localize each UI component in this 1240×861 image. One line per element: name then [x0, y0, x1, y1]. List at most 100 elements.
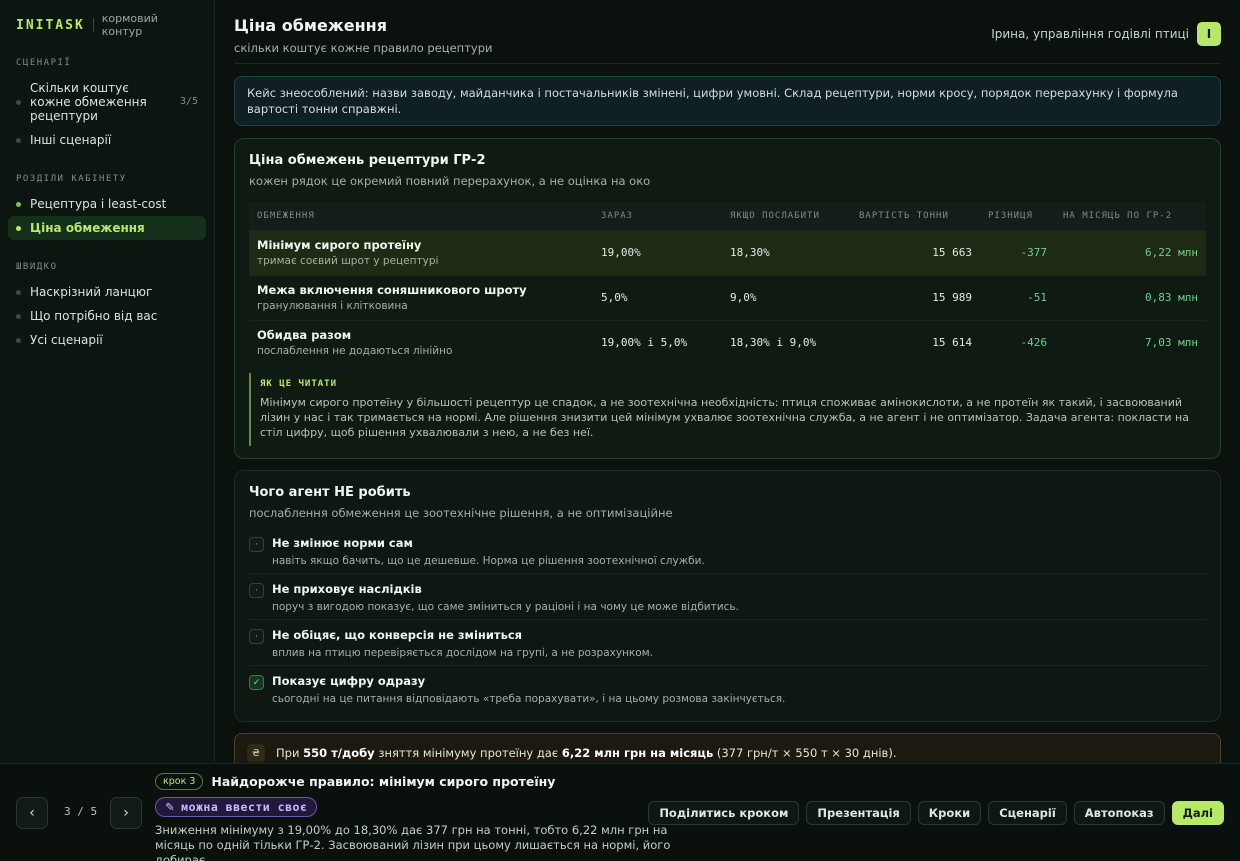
sidebar-item-constraint-price[interactable]: Ціна обмеження [8, 216, 206, 240]
current-value: 19,00% і 5,0% [593, 319, 722, 365]
rule-item: · Не приховує наслідків поруч з вигодою … [249, 574, 1206, 620]
scenarios-button[interactable]: Сценарії [988, 801, 1067, 825]
step-bar: ‹ 3 / 5 › крок 3 Найдорожче правило: мін… [0, 763, 1240, 861]
column-header: ЯКЩО ПОСЛАБИТИ [722, 202, 851, 230]
bullet-icon [16, 201, 21, 207]
autoplay-button[interactable]: Автопоказ [1073, 801, 1165, 825]
monthly-saving: 6,22 млн [1055, 229, 1206, 275]
daily-volume: 550 т/добу [303, 746, 375, 760]
cost-difference: -377 [980, 229, 1055, 275]
hryvnia-icon: ₴ [247, 744, 265, 762]
section-label-quick: ШВИДКО [16, 262, 58, 272]
card-subtitle: кожен рядок це окремий повний перерахуно… [249, 174, 651, 188]
user-menu[interactable]: Ірина, управління годівлі птиці І [991, 22, 1221, 46]
cost-difference: -426 [980, 319, 1055, 365]
sidebar: INITASK кормовий контур СЦЕНАРІЇ Скільки… [0, 0, 215, 763]
bullet-icon [16, 313, 21, 319]
cost-difference: -51 [980, 274, 1055, 320]
page-header: Ціна обмеження скільки коштує кожне прав… [234, 0, 1221, 64]
chevron-right-icon: › [123, 805, 129, 821]
rule-description: навіть якщо бачить, що це дешевше. Норма… [272, 555, 705, 567]
how-to-read-text: Мінімум сирого протеїну у більшості реце… [260, 396, 1189, 439]
step-badge: крок 3 [155, 773, 204, 790]
table-row[interactable]: Обидва разом послаблення не додаються лі… [249, 319, 1206, 365]
rule-description: сьогодні на це питання відповідають «тре… [272, 693, 786, 705]
main-content: Ціна обмеження скільки коштує кожне прав… [215, 0, 1240, 763]
sidebar-item-end-to-end-chain[interactable]: Наскрізний ланцюг [8, 280, 206, 304]
user-name: Ірина, управління годівлі птиці [991, 27, 1189, 41]
sidebar-item-formula-least-cost[interactable]: Рецептура і least-cost [8, 192, 206, 216]
how-to-read-title: ЯК ЦЕ ЧИТАТИ [260, 379, 338, 389]
current-value: 19,00% [593, 229, 722, 275]
section-label-scenarios: СЦЕНАРІЇ [16, 58, 72, 68]
bullet-icon [16, 225, 21, 231]
prev-step-button[interactable]: ‹ [16, 797, 48, 829]
ton-cost: 15 614 [851, 319, 980, 365]
constraint-name: Обидва разом [257, 328, 352, 343]
step-info: крок 3 Найдорожче правило: мінімум сирог… [155, 773, 685, 861]
check-icon: ✓ [249, 675, 264, 690]
constraint-note: гранулювання і клітковина [257, 300, 408, 312]
next-button[interactable]: Далі [1171, 801, 1224, 825]
column-header: ВАРТІСТЬ ТОННИ [851, 202, 980, 230]
next-step-arrow-button[interactable]: › [110, 797, 142, 829]
brand[interactable]: INITASK кормовий контур [8, 12, 206, 38]
constraint-cell: Обидва разом послаблення не додаються лі… [249, 319, 593, 365]
text-fragment: При [276, 746, 304, 760]
rule-item: ✓ Показує цифру одразу сьогодні на це пи… [249, 666, 1206, 711]
step-description: Зниження мінімуму з 19,00% до 18,30% дає… [155, 823, 671, 861]
constraint-note: тримає соєвий шрот у рецептурі [257, 255, 439, 267]
brand-divider [92, 18, 94, 32]
relaxed-value: 9,0% [722, 274, 851, 320]
step-counter: 3 / 5 [64, 805, 98, 818]
presentation-button[interactable]: Презентація [806, 801, 911, 825]
card-title: Ціна обмежень рецептури ГР-2 [249, 153, 486, 168]
table-row[interactable]: Межа включення соняшникового шроту грану… [249, 274, 1206, 320]
sidebar-item-label: Інші сценарії [30, 133, 112, 147]
column-header: ЗАРАЗ [593, 202, 722, 230]
page-subtitle: скільки коштує кожне правило рецептури [234, 41, 493, 55]
tag-label: можна ввести своє [181, 800, 308, 814]
constraint-note: послаблення не додаються лінійно [257, 345, 453, 358]
text-fragment: (377 грн/т × 550 т × 30 днів). [713, 746, 897, 760]
constraint-cell: Мінімум сирого протеїну тримає соєвий шр… [249, 229, 593, 275]
share-step-button[interactable]: Поділитись кроком [648, 801, 800, 825]
relaxed-value: 18,30% і 9,0% [722, 319, 851, 365]
card-subtitle: послаблення обмеження це зоотехнічне ріш… [249, 506, 673, 520]
sidebar-item-constraint-cost-scenario[interactable]: Скільки коштує кожне обмеження рецептури… [8, 76, 206, 128]
pencil-icon: ✎ [165, 800, 176, 814]
rule-description: вплив на птицю перевіряється дослідом на… [272, 647, 653, 659]
constraints-card: Ціна обмежень рецептури ГР-2 кожен рядок… [234, 138, 1221, 459]
agent-limits-card: Чого агент НЕ робить послаблення обмежен… [234, 470, 1221, 722]
current-value: 5,0% [593, 274, 722, 320]
relaxed-value: 18,30% [722, 229, 851, 275]
steps-button[interactable]: Кроки [917, 801, 982, 825]
ton-cost: 15 663 [851, 229, 980, 275]
avatar[interactable]: І [1197, 22, 1221, 46]
monthly-saving: 7,03 млн [1055, 319, 1206, 365]
rule-item: · Не обіцяє, що конверсія не зміниться в… [249, 620, 1206, 666]
text-fragment: зняття мінімуму протеїну дає [374, 746, 562, 760]
card-title: Чого агент НЕ робить [249, 485, 411, 500]
sidebar-item-other-scenarios[interactable]: Інші сценарії [8, 128, 206, 152]
sidebar-item-all-scenarios[interactable]: Усі сценарії [8, 328, 206, 352]
table-header-row: ОБМЕЖЕННЯ ЗАРАЗ ЯКЩО ПОСЛАБИТИ ВАРТІСТЬ … [249, 202, 1206, 230]
rule-title: Не змінює норми сам [272, 536, 413, 550]
sidebar-item-label: Наскрізний ланцюг [30, 285, 153, 299]
sidebar-item-what-needed[interactable]: Що потрібно від вас [8, 304, 206, 328]
chevron-left-icon: ‹ [29, 805, 35, 821]
how-to-read-note: ЯК ЦЕ ЧИТАТИ Мінімум сирого протеїну у б… [249, 373, 1206, 446]
rule-title: Не обіцяє, що конверсія не зміниться [272, 628, 523, 642]
constraint-name: Мінімум сирого протеїну [257, 238, 422, 252]
checkbox-icon: · [249, 537, 264, 552]
sidebar-item-label: Скільки коштує кожне обмеження рецептури [30, 81, 147, 123]
checkbox-icon: · [249, 583, 264, 598]
monthly-saving: 0,83 млн [1055, 274, 1206, 320]
column-header: ОБМЕЖЕННЯ [249, 202, 593, 230]
table-row[interactable]: Мінімум сирого протеїну тримає соєвий шр… [249, 229, 1206, 275]
checkbox-icon: · [249, 629, 264, 644]
section-label-cabinet: РОЗДІЛИ КАБІНЕТУ [16, 174, 127, 184]
sidebar-item-label: Ціна обмеження [30, 221, 145, 235]
constraint-cell: Межа включення соняшникового шроту грану… [249, 274, 593, 320]
custom-input-tag[interactable]: ✎ можна ввести своє [155, 797, 318, 817]
